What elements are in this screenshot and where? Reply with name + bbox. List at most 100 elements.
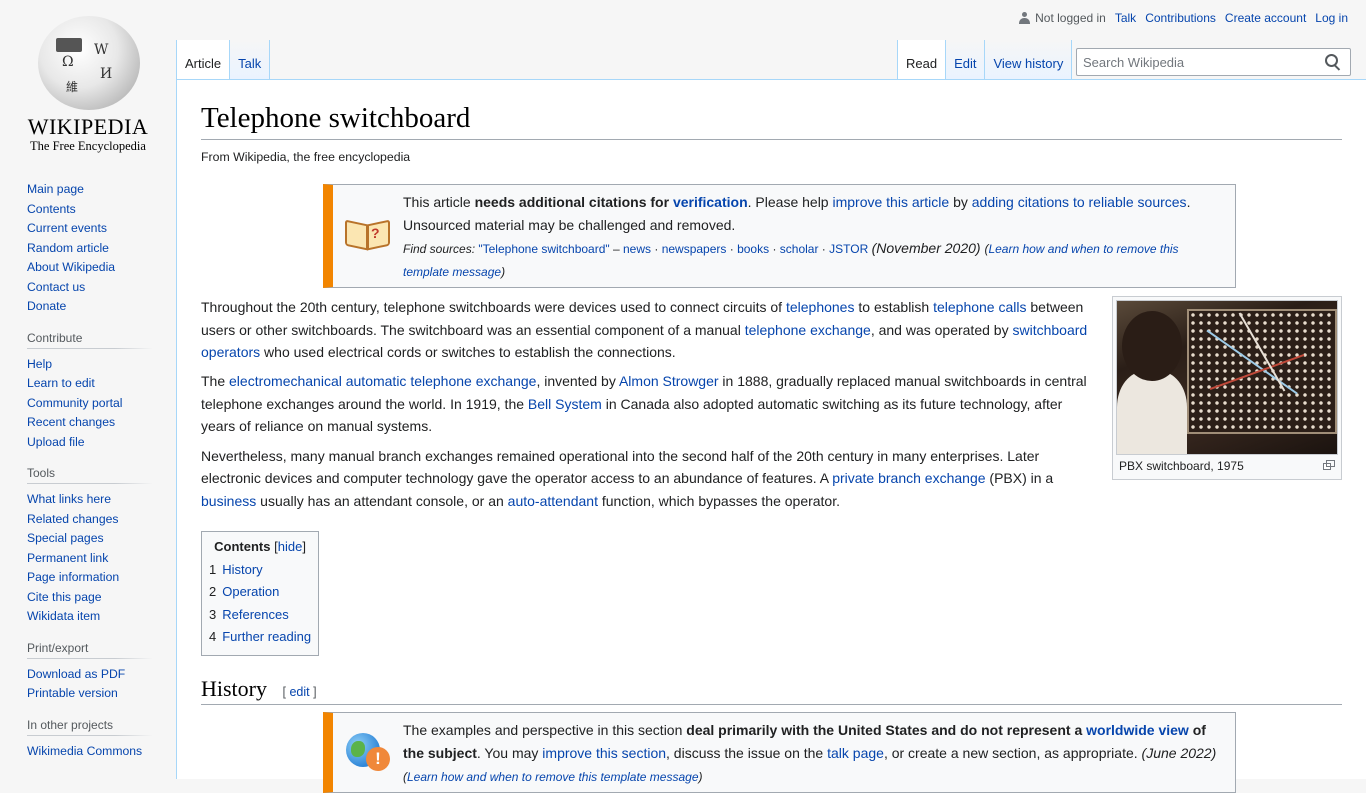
enlarge-icon[interactable] bbox=[1323, 460, 1335, 471]
sidebar-other-projects: In other projects Wikimedia Commons bbox=[0, 717, 176, 762]
adding-citations-link[interactable]: adding citations to reliable sources bbox=[972, 194, 1187, 210]
sidebar-item-special-pages[interactable]: Special pages bbox=[27, 531, 104, 545]
sidebar-item-help[interactable]: Help bbox=[27, 357, 52, 371]
table-of-contents: Contents [hide] 1 History 2 Operation 3 Ref… bbox=[201, 530, 320, 656]
toc-link[interactable]: History bbox=[222, 562, 262, 577]
find-sources-query-link[interactable]: "Telephone switchboard" bbox=[478, 242, 609, 256]
globe-glyph: 維 bbox=[66, 80, 79, 94]
find-sources-label: Find sources: bbox=[403, 242, 476, 257]
business-link[interactable]: business bbox=[201, 493, 256, 509]
talk-page-link[interactable]: talk page bbox=[827, 745, 884, 761]
source-newspapers-link[interactable]: newspapers bbox=[662, 242, 727, 256]
bell-system-link[interactable]: Bell System bbox=[528, 396, 602, 412]
search-input[interactable] bbox=[1077, 49, 1322, 75]
globe-glyph: W bbox=[94, 42, 109, 58]
toc-item-operation[interactable]: 2 Operation bbox=[209, 581, 311, 604]
toc-link[interactable]: Further reading bbox=[222, 629, 311, 644]
text: to establish bbox=[854, 299, 934, 316]
sidebar-item-related-changes[interactable]: Related changes bbox=[27, 512, 118, 526]
sidebar-item-main-page[interactable]: Main page bbox=[27, 182, 84, 196]
sidebar-heading-other-projects: In other projects bbox=[27, 717, 152, 736]
sidebar-item-printable-version[interactable]: Printable version bbox=[27, 686, 118, 700]
sidebar-item-cite-this-page[interactable]: Cite this page bbox=[27, 590, 102, 604]
create-account-link[interactable]: Create account bbox=[1225, 11, 1306, 25]
article-content: Telephone switchboard From Wikipedia, th… bbox=[176, 79, 1366, 793]
view-tabs: Read Edit View history bbox=[897, 40, 1073, 80]
telephone-exchange-link[interactable]: telephone exchange bbox=[745, 322, 871, 338]
toc-link[interactable]: References bbox=[222, 607, 288, 622]
toc-item-references[interactable]: 3 References bbox=[209, 604, 311, 627]
notice-date: (June 2022) bbox=[1141, 744, 1217, 761]
search-icon[interactable] bbox=[1322, 51, 1344, 73]
pbx-switchboard-image[interactable] bbox=[1116, 300, 1338, 456]
tab-edit[interactable]: Edit bbox=[946, 40, 986, 80]
toc-title: Contents bbox=[214, 538, 271, 554]
toc-link[interactable]: Operation bbox=[222, 584, 279, 599]
tab-view-history[interactable]: View history bbox=[985, 40, 1073, 80]
sidebar-item-page-information[interactable]: Page information bbox=[27, 570, 119, 584]
notice-text: . bbox=[1186, 194, 1191, 211]
sidebar-item-permanent-link[interactable]: Permanent link bbox=[27, 551, 108, 565]
almon-strowger-link[interactable]: Almon Strowger bbox=[619, 373, 719, 389]
sidebar-navigation: Main page Contents Current events Random… bbox=[0, 180, 176, 317]
sidebar-item-donate[interactable]: Donate bbox=[27, 299, 66, 313]
toc-item-history[interactable]: 1 History bbox=[209, 559, 311, 582]
text: who used electrical cords or switches to… bbox=[260, 344, 676, 361]
auto-attendant-link[interactable]: auto-attendant bbox=[508, 493, 598, 509]
globe-missing-piece bbox=[56, 38, 82, 52]
improve-article-link[interactable]: improve this article bbox=[832, 194, 949, 210]
sidebar-item-recent-changes[interactable]: Recent changes bbox=[27, 415, 115, 429]
notice-text: , discuss the issue on the bbox=[666, 744, 828, 761]
worldwide-view-link[interactable]: worldwide view bbox=[1086, 722, 1189, 738]
globalize-notice: ! The examples and perspective in this s… bbox=[323, 711, 1236, 793]
sidebar-item-contact-us[interactable]: Contact us bbox=[27, 280, 85, 294]
sidebar-item-download-pdf[interactable]: Download as PDF bbox=[27, 667, 125, 681]
edit-section-link[interactable]: edit bbox=[289, 685, 309, 699]
toc-number: 2 bbox=[209, 584, 217, 600]
learn-remove-template-link[interactable]: Learn how and when to remove this templa… bbox=[407, 770, 699, 784]
sidebar-item-wikimedia-commons[interactable]: Wikimedia Commons bbox=[27, 744, 142, 758]
sidebar-item-upload-file[interactable]: Upload file bbox=[27, 435, 85, 449]
text: usually has an attendant console, or an bbox=[256, 492, 508, 509]
source-jstor-link[interactable]: JSTOR bbox=[829, 242, 868, 256]
site-subtitle: From Wikipedia, the free encyclopedia bbox=[201, 150, 411, 165]
source-books-link[interactable]: books bbox=[737, 242, 769, 256]
improve-section-link[interactable]: improve this section bbox=[542, 745, 666, 761]
wikipedia-logo[interactable]: Ω W И 維 WIKIPEDIA The Free Encyclopedia bbox=[0, 0, 176, 160]
sidebar-item-wikidata-item[interactable]: Wikidata item bbox=[27, 609, 100, 623]
sidebar-heading-print-export: Print/export bbox=[27, 640, 152, 659]
private-branch-exchange-link[interactable]: private branch exchange bbox=[832, 470, 985, 486]
sidebar-item-learn-to-edit[interactable]: Learn to edit bbox=[27, 376, 95, 390]
user-icon bbox=[1019, 12, 1031, 24]
tab-read[interactable]: Read bbox=[897, 40, 947, 80]
talk-link[interactable]: Talk bbox=[1115, 11, 1136, 25]
tab-article[interactable]: Article bbox=[176, 40, 231, 80]
sidebar-item-what-links-here[interactable]: What links here bbox=[27, 492, 111, 506]
source-news-link[interactable]: news bbox=[623, 242, 651, 256]
telephones-link[interactable]: telephones bbox=[786, 299, 855, 315]
not-logged-in-text: Not logged in bbox=[1035, 11, 1106, 25]
verification-link[interactable]: verification bbox=[673, 194, 748, 210]
notice-text: , or create a new section, as appropriat… bbox=[883, 744, 1142, 761]
toc-hide-toggle[interactable]: hide bbox=[278, 539, 303, 554]
figure-caption: PBX switchboard, 1975 bbox=[1119, 459, 1244, 474]
tab-talk[interactable]: Talk bbox=[230, 40, 271, 80]
notice-bold: deal primarily with the United States an… bbox=[686, 721, 1087, 738]
sidebar-item-community-portal[interactable]: Community portal bbox=[27, 396, 123, 410]
sidebar-item-current-events[interactable]: Current events bbox=[27, 221, 107, 235]
notice-text: The examples and perspective in this sec… bbox=[403, 721, 687, 738]
sidebar-item-contents[interactable]: Contents bbox=[27, 202, 76, 216]
notice-date: (November 2020) bbox=[871, 240, 981, 257]
sidebar-tools: Tools What links here Related changes Sp… bbox=[0, 466, 176, 627]
sidebar-item-random-article[interactable]: Random article bbox=[27, 241, 109, 255]
source-scholar-link[interactable]: scholar bbox=[780, 242, 819, 256]
sidebar: Main page Contents Current events Random… bbox=[0, 180, 176, 775]
sidebar-print-export: Print/export Download as PDF Printable v… bbox=[0, 640, 176, 704]
contributions-link[interactable]: Contributions bbox=[1145, 11, 1216, 25]
log-in-link[interactable]: Log in bbox=[1315, 11, 1348, 25]
toc-item-further-reading[interactable]: 4 Further reading bbox=[209, 626, 311, 649]
automatic-exchange-link[interactable]: electromechanical automatic telephone ex… bbox=[229, 373, 536, 389]
logo-tagline: The Free Encyclopedia bbox=[30, 139, 146, 153]
telephone-calls-link[interactable]: telephone calls bbox=[933, 299, 1026, 315]
sidebar-item-about-wikipedia[interactable]: About Wikipedia bbox=[27, 260, 115, 274]
